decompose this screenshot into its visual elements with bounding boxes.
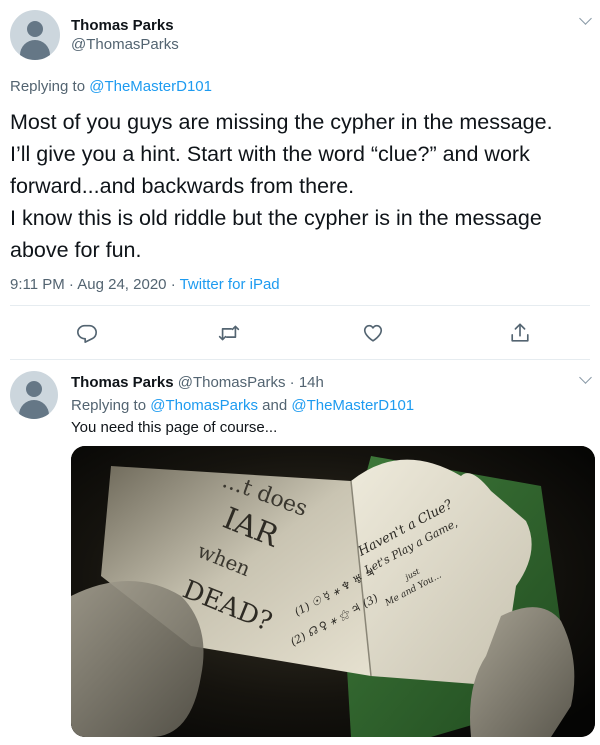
avatar[interactable] xyxy=(10,10,60,60)
heart-icon xyxy=(363,324,383,342)
chevron-down-icon[interactable] xyxy=(579,12,592,25)
avatar-body-shape xyxy=(19,400,49,419)
replying-conjunction: and xyxy=(262,397,288,414)
author-handle[interactable]: @ThomasParks xyxy=(71,36,179,53)
share-button[interactable] xyxy=(509,322,531,344)
replying-to-line: Replying to @TheMasterD101 xyxy=(10,78,212,95)
divider xyxy=(10,305,590,306)
tweet-time[interactable]: 9:11 PM xyxy=(10,276,65,293)
tweet-metadata: 9:11 PM · Aug 24, 2020 · Twitter for iPa… xyxy=(10,276,280,293)
chevron-down-icon[interactable] xyxy=(579,371,592,384)
share-icon xyxy=(511,323,529,342)
tweet-text-line: Most of you guys are missing the cypher … xyxy=(10,110,553,134)
tweet-source[interactable]: Twitter for iPad xyxy=(180,276,280,293)
main-tweet: Thomas Parks @ThomasParks Replying to @T… xyxy=(0,0,600,360)
tweet-text: Most of you guys are missing the cypher … xyxy=(10,106,595,266)
reply-icon xyxy=(77,324,97,343)
card-photo-illustration: ...t does IAR when DEAD? Haven't a Clue?… xyxy=(71,446,595,737)
retweet-button[interactable] xyxy=(218,322,240,344)
reply-button[interactable] xyxy=(76,322,98,344)
tweet-text-line: I’ll give you a hint. Start with the wor… xyxy=(10,142,530,166)
divider xyxy=(10,359,590,360)
avatar-body-shape xyxy=(20,40,50,60)
meta-separator: · xyxy=(289,374,295,391)
reply-header: Thomas Parks @ThomasParks · 14h xyxy=(71,374,324,391)
replying-prefix: Replying to xyxy=(71,397,147,414)
author-name[interactable]: Thomas Parks xyxy=(71,17,174,34)
tweet-text-line: forward...and backwards from there. xyxy=(10,174,355,198)
author-handle[interactable]: @ThomasParks xyxy=(178,374,286,391)
like-button[interactable] xyxy=(362,322,384,344)
author-name[interactable]: Thomas Parks xyxy=(71,374,174,391)
retweet-icon xyxy=(218,325,240,341)
tweet-text: You need this page of course... xyxy=(71,419,278,436)
meta-separator: · xyxy=(68,276,74,293)
tweet-text-line: above for fun. xyxy=(10,238,142,262)
replying-to-link[interactable]: @ThomasParks xyxy=(150,397,258,414)
replying-to-link[interactable]: @TheMasterD101 xyxy=(291,397,414,414)
avatar-head-shape xyxy=(26,381,42,397)
tweet-text-line: I know this is old riddle but the cypher… xyxy=(10,206,542,230)
avatar[interactable] xyxy=(10,371,58,419)
meta-separator: · xyxy=(170,276,176,293)
replying-prefix: Replying to xyxy=(10,78,86,95)
tweet-time[interactable]: 14h xyxy=(299,374,324,391)
tweet-date[interactable]: Aug 24, 2020 xyxy=(77,276,166,293)
tweet-media-image[interactable]: ...t does IAR when DEAD? Haven't a Clue?… xyxy=(71,446,595,737)
replying-to-line: Replying to @ThomasParks and @TheMasterD… xyxy=(71,397,414,414)
replying-to-link[interactable]: @TheMasterD101 xyxy=(89,78,212,95)
avatar-head-shape xyxy=(27,21,43,37)
